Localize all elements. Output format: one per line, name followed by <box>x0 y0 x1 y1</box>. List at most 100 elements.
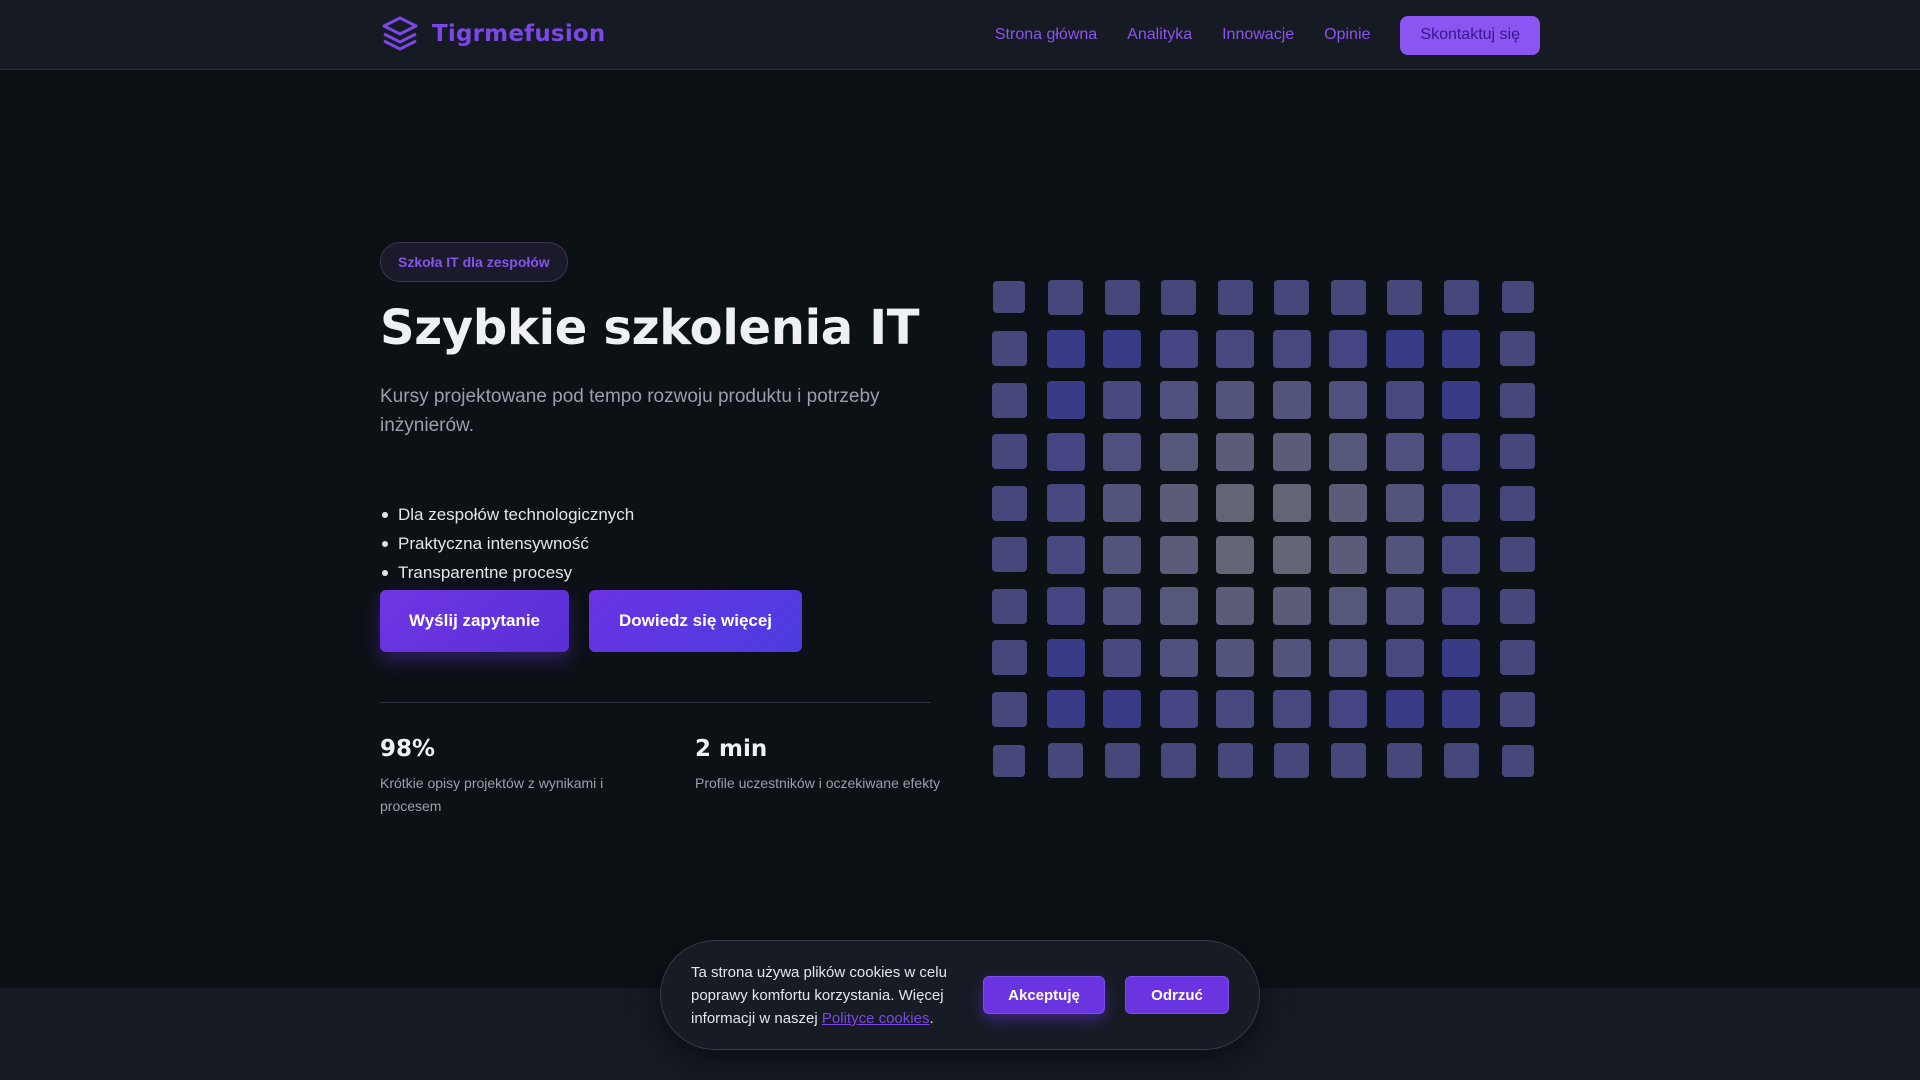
grid-tile <box>1217 743 1253 778</box>
grid-tile <box>1442 587 1480 625</box>
grid-tile <box>1442 484 1480 522</box>
reject-cookies-button[interactable]: Odrzuć <box>1125 976 1229 1014</box>
layers-icon <box>382 16 418 51</box>
grid-tile <box>1159 535 1198 574</box>
grid-tile <box>1159 690 1198 728</box>
grid-tile <box>1046 432 1085 471</box>
cookie-policy-link[interactable]: Polityce cookies <box>822 1010 930 1027</box>
grid-tile <box>1385 381 1424 419</box>
hero-badge: Szkoła IT dla zespołów <box>380 242 568 282</box>
grid-tile <box>1443 279 1479 315</box>
grid-tile <box>1443 743 1479 778</box>
grid-tile <box>1500 382 1535 418</box>
grid-tile <box>1159 484 1198 522</box>
grid-tile <box>1500 640 1535 675</box>
feature-item: Dla zespołów technologicznych <box>380 500 634 529</box>
grid-tile <box>1046 381 1085 419</box>
grid-tile <box>1329 587 1367 625</box>
grid-tile <box>1500 588 1535 624</box>
brand-logo[interactable]: Tigrmefusion <box>380 14 605 54</box>
nav-reviews[interactable]: Opinie <box>1324 26 1370 44</box>
grid-tile <box>1330 279 1366 315</box>
grid-tile <box>1159 381 1198 419</box>
grid-tile <box>1159 329 1198 368</box>
stat-value: 98% <box>380 736 436 762</box>
grid-tile <box>1272 587 1311 625</box>
send-inquiry-button[interactable]: Wyślij zapytanie <box>380 590 569 652</box>
grid-tile <box>1500 331 1535 366</box>
stat-description: Krótkie opisy projektów z wynikami i pro… <box>380 775 604 814</box>
grid-tile <box>993 281 1025 313</box>
cookie-banner: Ta strona używa plików cookies w celu po… <box>660 940 1260 1050</box>
grid-tile <box>1161 743 1196 778</box>
cookie-suffix: . <box>929 1010 934 1027</box>
grid-tile <box>1046 638 1085 677</box>
stat-description: Profile uczestników i oczekiwane efekty <box>695 775 941 791</box>
grid-tile <box>1103 535 1141 574</box>
grid-tile <box>1272 329 1311 368</box>
grid-tile <box>1046 329 1085 368</box>
grid-tile <box>1385 432 1424 471</box>
grid-tile <box>1046 535 1085 574</box>
grid-tile <box>991 382 1027 418</box>
nav-analytics[interactable]: Analityka <box>1127 26 1192 44</box>
nav-innovations[interactable]: Innowacje <box>1222 26 1294 44</box>
grid-tile <box>1385 535 1424 574</box>
grid-tile <box>1329 535 1367 574</box>
grid-tile <box>1329 432 1367 471</box>
grid-tile <box>1500 434 1535 469</box>
grid-tile <box>1442 638 1480 677</box>
grid-tile <box>1385 329 1424 368</box>
stat-block: 98% Krótkie opisy projektów z wynikami i… <box>380 736 650 818</box>
grid-tile <box>1272 484 1311 522</box>
nav-home[interactable]: Strona główna <box>995 26 1097 44</box>
grid-tile <box>1216 535 1254 574</box>
grid-tile <box>1103 432 1141 471</box>
grid-tile <box>1272 432 1311 471</box>
feature-item: Praktyczna intensywność <box>380 529 634 558</box>
grid-tile <box>1272 690 1311 728</box>
grid-tile <box>1216 432 1254 471</box>
hero-subtitle: Kursy projektowane pod tempo rozwoju pro… <box>380 386 880 436</box>
grid-tile <box>993 744 1025 777</box>
grid-tile <box>1216 638 1254 677</box>
grid-tile <box>1046 484 1085 522</box>
grid-tile <box>1274 279 1309 315</box>
grid-tile <box>991 691 1027 727</box>
accept-cookies-button[interactable]: Akceptuję <box>983 976 1105 1014</box>
grid-tile <box>1216 690 1254 728</box>
grid-tile <box>1442 329 1480 368</box>
grid-tile <box>991 331 1027 366</box>
grid-tile <box>1387 279 1422 315</box>
grid-tile <box>1159 587 1198 625</box>
grid-tile <box>1103 690 1141 728</box>
grid-tile <box>991 434 1027 469</box>
learn-more-button[interactable]: Dowiedz się więcej <box>589 590 802 652</box>
brand-name: Tigrmefusion <box>432 21 606 47</box>
site-header: Tigrmefusion Strona główna Analityka Inn… <box>0 0 1920 70</box>
main-nav: Strona główna Analityka Innowacje Opinie… <box>995 15 1540 55</box>
grid-tile <box>1103 587 1141 625</box>
grid-tile <box>1217 279 1253 315</box>
contact-button[interactable]: Skontaktuj się <box>1400 15 1540 55</box>
grid-tile <box>1103 484 1141 522</box>
grid-tile <box>1329 381 1367 419</box>
grid-tile <box>1216 587 1254 625</box>
grid-tile <box>991 485 1027 521</box>
grid-tile <box>1104 743 1140 778</box>
stats-divider <box>380 702 931 703</box>
grid-tile <box>1272 638 1311 677</box>
grid-tile <box>1159 432 1198 471</box>
grid-tile <box>1046 587 1085 625</box>
grid-tile <box>1500 691 1535 727</box>
grid-tile <box>1442 690 1480 728</box>
grid-tile <box>1216 381 1254 419</box>
grid-tile <box>1161 279 1196 315</box>
grid-tile <box>1329 329 1367 368</box>
grid-tile <box>1216 329 1254 368</box>
grid-tile <box>1216 484 1254 522</box>
feature-item: Transparentne procesy <box>380 558 634 587</box>
grid-tile <box>1103 638 1141 677</box>
grid-tile <box>1442 535 1480 574</box>
decorative-tile-grid <box>990 278 1541 783</box>
